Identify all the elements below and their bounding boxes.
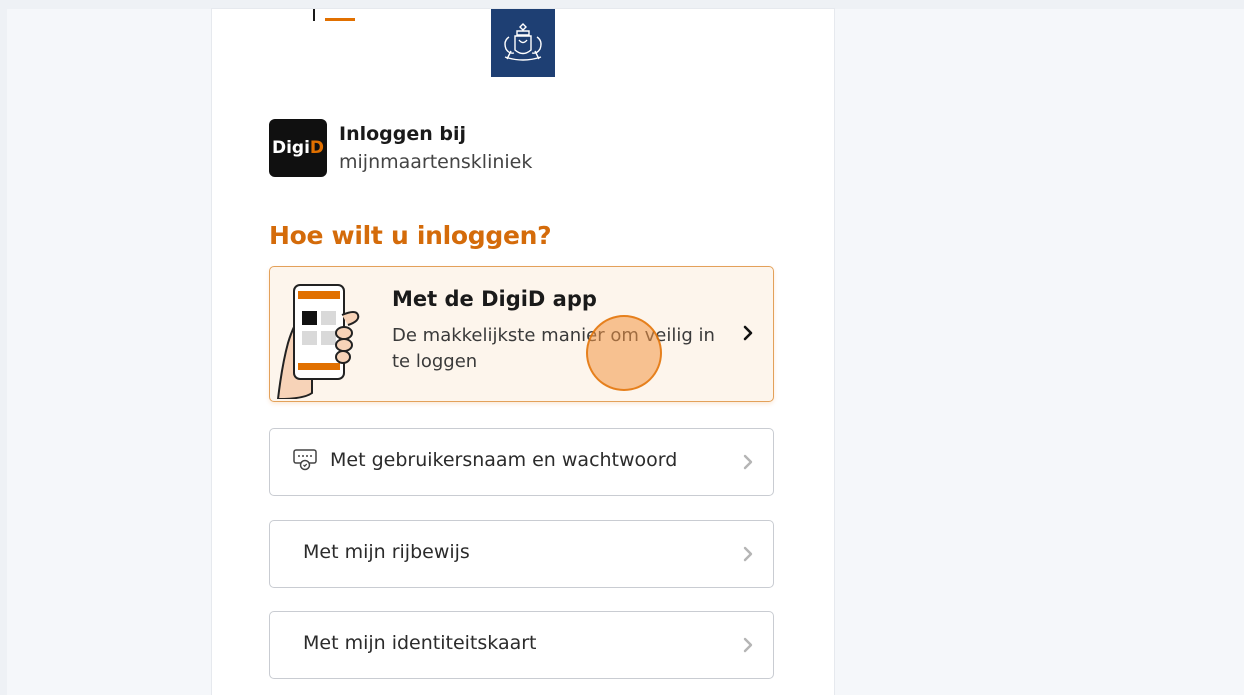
top-strip xyxy=(0,0,1244,9)
login-context: Digi D Inloggen bij mijnmaartenskliniek xyxy=(269,119,532,177)
chevron-right-icon xyxy=(743,325,753,341)
option-title: Met de DigiD app xyxy=(392,287,597,311)
accent-underline xyxy=(325,18,355,21)
chevron-right-icon xyxy=(743,637,753,653)
option-username-password[interactable]: Met gebruikersnaam en wachtwoord xyxy=(269,428,774,496)
login-page: Digi D Inloggen bij mijnmaartenskliniek H… xyxy=(212,9,834,695)
option-description: De makkelijkste manier om veilig in te l… xyxy=(392,325,715,372)
chevron-right-icon xyxy=(743,454,753,470)
divider xyxy=(313,9,315,21)
option-id-card[interactable]: Met mijn identiteitskaart xyxy=(269,611,774,679)
password-keypad-icon xyxy=(293,449,317,471)
option-label: Met gebruikersnaam en wachtwoord xyxy=(330,449,678,471)
option-digid-app[interactable]: Met de DigiD app De makkelijkste manier … xyxy=(269,266,774,402)
login-intro: Inloggen bij xyxy=(339,123,467,145)
page-heading: Hoe wilt u inloggen? xyxy=(269,221,552,250)
crest-icon xyxy=(504,23,542,61)
option-label: Met mijn rijbewijs xyxy=(303,541,470,563)
option-label: Met mijn identiteitskaart xyxy=(303,632,537,654)
chevron-right-icon xyxy=(743,546,753,562)
rijksoverheid-logo xyxy=(491,9,555,77)
phone-app-illustration xyxy=(276,284,360,399)
left-strip xyxy=(0,0,7,695)
digid-logo: Digi D xyxy=(269,119,327,177)
option-drivers-license[interactable]: Met mijn rijbewijs xyxy=(269,520,774,588)
digid-logo-text: Digi xyxy=(271,138,310,158)
click-indicator xyxy=(586,315,662,391)
service-name: mijnmaartenskliniek xyxy=(339,151,533,173)
digid-logo-accent: D xyxy=(309,138,325,158)
